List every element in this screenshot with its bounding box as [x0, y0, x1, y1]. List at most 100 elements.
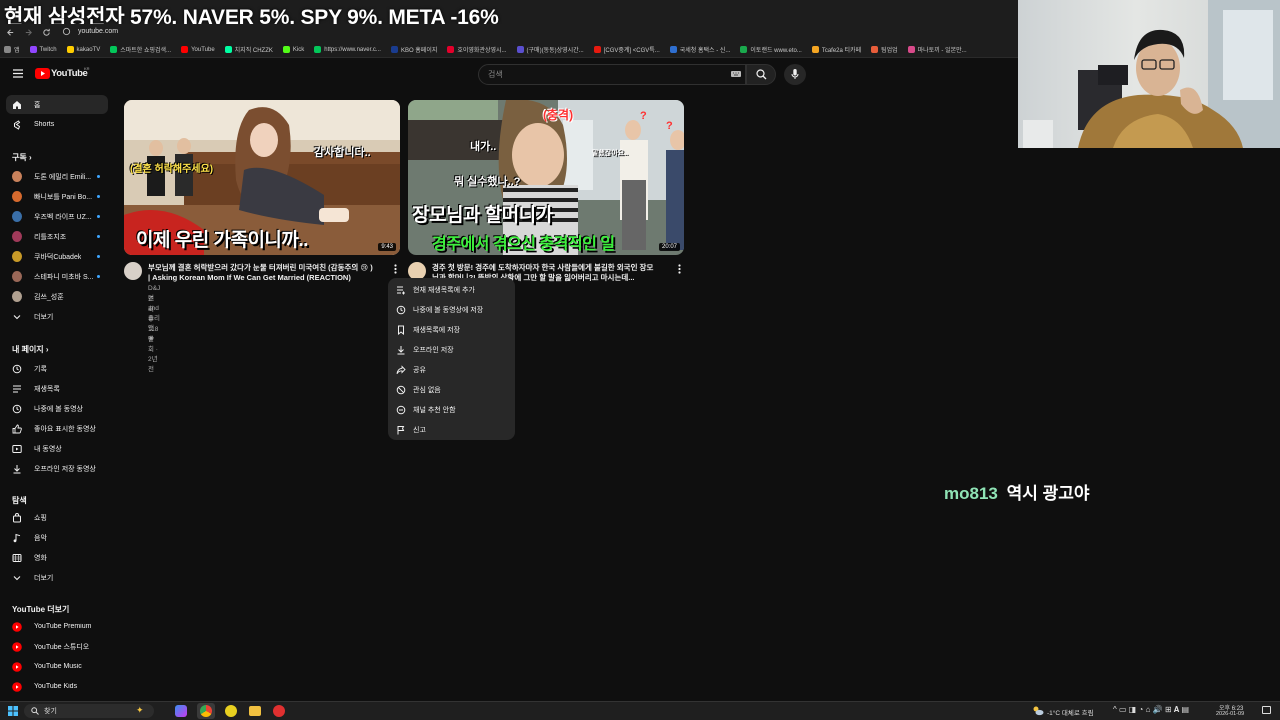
video-thumbnail[interactable]: (결혼 허락해주세요) 감사합니다.. 이제 우린 가족이니까.. 9:43: [124, 100, 400, 255]
bookmark-label: kakaoTV: [76, 46, 101, 53]
bookmark-item[interactable]: Kick: [282, 46, 305, 53]
voice-search-button[interactable]: [784, 64, 806, 85]
youtube-logo-text[interactable]: YouTube: [51, 68, 88, 79]
bookmark-favicon-icon: [669, 46, 677, 53]
bookmark-item[interactable]: https://www.naver.c...: [314, 46, 381, 53]
bookmark-item[interactable]: 국세청 홈택스 - 신...: [669, 45, 730, 54]
video-title[interactable]: 부모님께 결혼 허락받으러 갔다가 눈물 터져버린 미국여친 (감동주의 😢 )…: [148, 263, 388, 283]
context-menu-item[interactable]: 오프라인 저장: [388, 340, 515, 360]
copilot-app-icon[interactable]: [175, 705, 187, 717]
bookmark-item[interactable]: Tcafe2a 티카페: [811, 45, 862, 54]
search-button[interactable]: [746, 64, 776, 85]
url-text[interactable]: youtube.com: [78, 28, 118, 35]
bookmark-item[interactable]: 스마트한 쇼핑검색...: [110, 45, 171, 54]
bookmark-item[interactable]: (구매)(동동)상영시간...: [516, 45, 584, 54]
sidebar-subscription[interactable]: 김쓰_성훈: [6, 287, 108, 306]
channel-avatar: [12, 271, 22, 282]
explore-heading: 탐색: [12, 496, 27, 505]
you-heading[interactable]: 내 페이지 ›: [12, 344, 49, 355]
sidebar-subscription[interactable]: 스테파니 미초바 S...: [6, 267, 108, 286]
taskbar-date[interactable]: 2026-01-09: [1216, 711, 1244, 717]
sidebar-item-explore[interactable]: 쇼핑: [6, 508, 108, 527]
hamburger-menu-icon[interactable]: [13, 69, 23, 78]
sidebar-item-youtube-more[interactable]: YouTube Premium: [6, 617, 108, 636]
sidebar-item-shorts[interactable]: Shorts: [6, 115, 108, 134]
system-tray-icons[interactable]: ^ ▭ ◨ ◔ ⌂ 🔊 ⊞ 𝐀 ▤: [1113, 705, 1189, 715]
weather-icon[interactable]: [1032, 705, 1044, 716]
search-icon: [31, 707, 39, 715]
context-menu-item[interactable]: 관심 없음: [388, 380, 515, 400]
bookmark-item[interactable]: [CGV중계] <CGV특...: [593, 45, 660, 54]
sidebar-subscription[interactable]: 리틀조지조: [6, 227, 108, 246]
keyboard-icon[interactable]: [731, 71, 741, 77]
context-menu-item[interactable]: 채널 추천 안함: [388, 400, 515, 420]
sidebar-subscription[interactable]: 빠니보틀 Pani Bo...: [6, 187, 108, 206]
context-menu-item[interactable]: 공유: [388, 360, 515, 380]
context-menu-item[interactable]: 재생목록에 저장: [388, 320, 515, 340]
block-icon: [396, 385, 406, 395]
more-actions-icon[interactable]: [394, 264, 397, 274]
site-info-icon[interactable]: [62, 27, 71, 36]
bookmark-label: 스마트한 쇼핑검색...: [120, 48, 172, 54]
back-icon[interactable]: [6, 28, 15, 37]
sidebar-item-home[interactable]: 홈: [6, 95, 108, 114]
bookmark-item[interactable]: kakaoTV: [66, 46, 101, 53]
webcam-overlay: [1018, 0, 1280, 148]
chrome-app-icon[interactable]: [200, 705, 212, 717]
video-thumbnail[interactable]: (충격) 내가.. 뭐 실수했나..? 말했잖아요.. ? ? 장모님과 할머니…: [408, 100, 684, 255]
sidebar-item-youtube-more[interactable]: YouTube Kids: [6, 677, 108, 696]
sidebar-item-explore[interactable]: 음악: [6, 528, 108, 547]
reload-icon[interactable]: [42, 28, 51, 37]
context-menu-item[interactable]: 현재 재생목록에 추가: [388, 280, 515, 300]
forward-icon[interactable]: [24, 28, 33, 37]
context-menu-label: 현재 재생목록에 추가: [413, 287, 475, 294]
channel-avatar[interactable]: [124, 262, 142, 280]
subscription-label: 스테파니 미초바 S...: [34, 273, 94, 281]
new-content-dot: [97, 215, 100, 218]
sidebar-item-you[interactable]: 좋아요 표시한 동영상: [6, 419, 108, 438]
my-videos-icon: [12, 444, 22, 454]
sidebar-item-you[interactable]: 나중에 볼 동영상: [6, 399, 108, 418]
windows-start-icon[interactable]: [8, 706, 18, 716]
weather-text[interactable]: -1°C 대체로 흐림: [1047, 707, 1094, 717]
sidebar-item-explore[interactable]: 영화: [6, 548, 108, 567]
sidebar-item-explore[interactable]: 더보기: [6, 568, 108, 587]
subscriptions-heading[interactable]: 구독 ›: [12, 152, 32, 163]
context-menu-item[interactable]: 나중에 볼 동영상에 저장: [388, 300, 515, 320]
bookmark-item[interactable]: 이토랜드 www.eto...: [740, 45, 802, 54]
sidebar-item-you-label: 기록: [34, 365, 47, 373]
notification-icon[interactable]: [1262, 706, 1271, 714]
bookmark-item[interactable]: 팀업업: [871, 45, 898, 54]
sidebar-item-you[interactable]: 기록: [6, 359, 108, 378]
bookmark-item[interactable]: KBO 홈페이지: [390, 45, 437, 54]
avatar-circle: [12, 211, 22, 222]
bookmark-item[interactable]: 앱: [4, 45, 20, 54]
taskbar-search-box[interactable]: 찾기 ✦: [24, 704, 154, 718]
sidebar-item-youtube-more[interactable]: YouTube 스튜디오: [6, 637, 108, 656]
sidebar-item-you[interactable]: 재생목록: [6, 379, 108, 398]
sidebar-subscription[interactable]: 쿠바덕Cubadek: [6, 247, 108, 266]
sidebar-item-youtube-more[interactable]: YouTube Music: [6, 657, 108, 676]
sidebar-subscription[interactable]: 우즈벡 라이프 UZ...: [6, 207, 108, 226]
bookmark-item[interactable]: YouTube: [181, 46, 215, 53]
bookmark-item[interactable]: 호이영화관상영시...: [447, 45, 507, 54]
sidebar-subscription[interactable]: 도톤 에밀리 Emili...: [6, 167, 108, 186]
bookmark-label: Kick: [292, 46, 305, 53]
thumbnail-caption-big: 장모님과 할머니가: [412, 205, 553, 226]
bookmark-label: Tcafe2a 티카페: [821, 48, 862, 54]
bookmark-item[interactable]: 마나토끼 - 일본만...: [907, 45, 967, 54]
sidebar-item-you[interactable]: 내 동영상: [6, 439, 108, 458]
sidebar-subs-more[interactable]: 더보기: [6, 307, 108, 326]
kakaotalk-app-icon[interactable]: [225, 705, 237, 717]
bookmark-item[interactable]: Twitch: [29, 46, 57, 53]
search-input[interactable]: 검색: [478, 64, 746, 85]
bookmark-item[interactable]: 치지직 CHZZK: [224, 45, 273, 54]
youtube-logo-icon[interactable]: [35, 68, 50, 79]
sidebar-item-youtube-more-label: YouTube Kids: [34, 683, 78, 690]
sidebar-item-you[interactable]: 오프라인 저장 동영상: [6, 459, 108, 478]
file-explorer-icon[interactable]: [249, 706, 261, 716]
obs-app-icon[interactable]: [273, 705, 285, 717]
context-menu-item[interactable]: 신고: [388, 420, 515, 440]
new-content-dot: [97, 235, 100, 238]
more-actions-icon[interactable]: [678, 264, 681, 274]
